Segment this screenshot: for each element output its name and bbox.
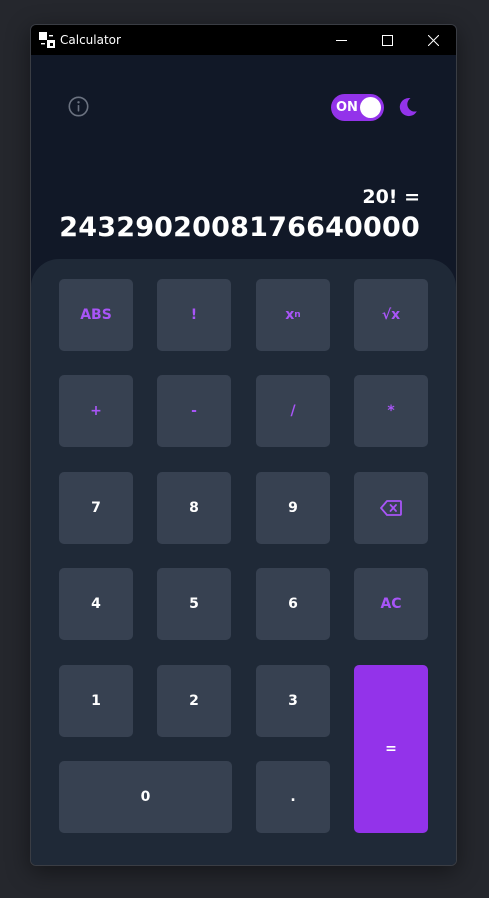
minus-button[interactable]: -	[157, 375, 231, 447]
decimal-button[interactable]: .	[256, 761, 330, 833]
backspace-button[interactable]	[354, 472, 428, 544]
power-base: x	[285, 307, 295, 323]
sqrt-button[interactable]: √x	[354, 279, 428, 351]
theme-toggle-button[interactable]	[397, 96, 419, 118]
all-clear-button[interactable]: AC	[354, 568, 428, 640]
calculator-app-icon	[39, 32, 55, 48]
power-exponent: n	[294, 310, 301, 320]
plus-button[interactable]: +	[59, 375, 133, 447]
equals-button[interactable]: =	[354, 665, 428, 833]
digit-4-button[interactable]: 4	[59, 568, 133, 640]
digit-7-button[interactable]: 7	[59, 472, 133, 544]
divide-button[interactable]: /	[256, 375, 330, 447]
info-button[interactable]	[67, 95, 89, 117]
expression-display: 20! =	[362, 186, 420, 208]
maximize-button[interactable]	[364, 25, 410, 55]
keypad: ABS ! xn √x + - / * 7 8 9 4 5 6 AC 1 2 3…	[31, 259, 456, 865]
factorial-button[interactable]: !	[157, 279, 231, 351]
close-icon	[427, 34, 439, 46]
abs-button[interactable]: ABS	[59, 279, 133, 351]
close-button[interactable]	[410, 25, 456, 55]
window-title: Calculator	[60, 33, 121, 47]
power-toggle[interactable]: ON	[331, 94, 384, 121]
moon-icon	[399, 98, 417, 117]
minimize-icon	[335, 39, 347, 41]
maximize-icon	[381, 34, 393, 46]
toggle-knob	[360, 97, 381, 118]
power-button[interactable]: xn	[256, 279, 330, 351]
digit-2-button[interactable]: 2	[157, 665, 231, 737]
multiply-button[interactable]: *	[354, 375, 428, 447]
digit-9-button[interactable]: 9	[256, 472, 330, 544]
digit-8-button[interactable]: 8	[157, 472, 231, 544]
toggle-label: ON	[336, 100, 358, 115]
digit-3-button[interactable]: 3	[256, 665, 330, 737]
digit-6-button[interactable]: 6	[256, 568, 330, 640]
title-bar[interactable]: Calculator	[31, 25, 456, 55]
result-display: 2432902008176640000	[59, 212, 420, 243]
minimize-button[interactable]	[318, 25, 364, 55]
digit-1-button[interactable]: 1	[59, 665, 133, 737]
calculator-window: Calculator ON 20! = 2432902008176640000 …	[30, 24, 457, 866]
info-circle-icon	[68, 96, 88, 116]
backspace-icon	[380, 500, 402, 516]
digit-5-button[interactable]: 5	[157, 568, 231, 640]
digit-0-button[interactable]: 0	[59, 761, 232, 833]
